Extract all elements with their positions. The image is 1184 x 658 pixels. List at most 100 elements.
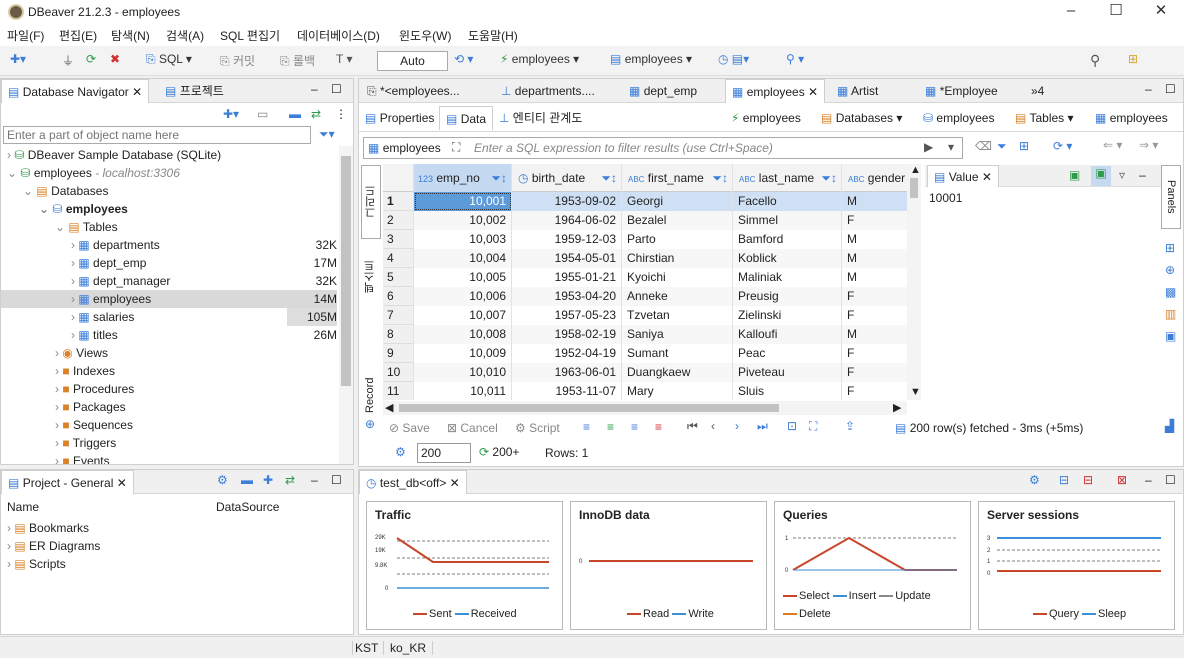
connect-icon[interactable]: ⏚	[62, 52, 74, 70]
maximize-panel-icon[interactable]: ☐	[331, 82, 342, 96]
cell-first-name[interactable]: Bezalel	[622, 211, 733, 230]
tree-item-views[interactable]: › ◉ Views	[55, 344, 108, 362]
new-connection-icon[interactable]: ✚▾	[10, 52, 26, 70]
table-row[interactable]: 6 10,006 1953-04-20 Anneke Preusig F	[383, 287, 907, 306]
cell-emp-no[interactable]: 10,008	[414, 325, 512, 344]
breadcrumb-database[interactable]: ⛁ employees	[923, 111, 994, 125]
column-header-first-name[interactable]: ABC first_name ⏷↕	[622, 164, 733, 192]
cell-gender[interactable]: F	[842, 306, 907, 325]
dashboard-close-icon[interactable]: ⊠	[1117, 473, 1127, 487]
cell-birth-date[interactable]: 1957-05-23	[512, 306, 622, 325]
minimize-dashboard-icon[interactable]: –	[1145, 473, 1152, 487]
collapse-icon[interactable]: ▬	[241, 473, 253, 487]
editor-tab-employee[interactable]: ▦ *Employee	[919, 79, 1004, 103]
cell-gender[interactable]: F	[842, 382, 907, 400]
innodb-chart[interactable]: InnoDB data 0 Read Write	[570, 501, 767, 630]
scroll-left-icon[interactable]: ◀	[385, 401, 393, 414]
transaction-mode-field[interactable]: Auto	[377, 51, 448, 71]
cell-last-name[interactable]: Koblick	[733, 249, 842, 268]
tree-item-tables[interactable]: ⌄ ▤ Tables	[55, 218, 118, 236]
link-editor-icon[interactable]: ⇄	[311, 107, 321, 121]
menu-window[interactable]: 윈도우(W)	[399, 27, 451, 44]
tab-projects[interactable]: ▤ 프로젝트	[159, 79, 230, 103]
refresh-icon[interactable]: ⟳ ▾	[1053, 139, 1072, 153]
column-header-emp-no[interactable]: 123 emp_no ⏷↕	[414, 164, 512, 192]
tree-item-triggers[interactable]: › ■ Triggers	[55, 434, 116, 452]
tab-database-navigator[interactable]: ▤ Database Navigator ✕	[1, 79, 150, 103]
cell-gender[interactable]: M	[842, 249, 907, 268]
cell-first-name[interactable]: Sumant	[622, 344, 733, 363]
tree-item-sample-db[interactable]: › ⛁ DBeaver Sample Database (SQLite)	[7, 146, 221, 164]
breadcrumb-connection[interactable]: ⚡ employees	[731, 111, 801, 125]
cell-first-name[interactable]: Anneke	[622, 287, 733, 306]
cell-last-name[interactable]: Peac	[733, 344, 842, 363]
table-row[interactable]: 5 10,005 1955-01-21 Kyoichi Maliniak M	[383, 268, 907, 287]
cell-last-name[interactable]: Zielinski	[733, 306, 842, 325]
navigator-filter-input[interactable]	[3, 126, 311, 144]
cell-last-name[interactable]: Sluis	[733, 382, 842, 400]
grid-vscroll-thumb[interactable]	[910, 178, 918, 198]
cell-first-name[interactable]: Duangkaew	[622, 363, 733, 382]
subtab-data[interactable]: ▤ Data	[439, 106, 494, 130]
minimize-editor-icon[interactable]: –	[1145, 82, 1152, 96]
grid-horizontal-scrollbar[interactable]: ◀ ▶	[383, 401, 907, 415]
tab-dashboard[interactable]: ◷ test_db<off> ✕	[359, 470, 467, 494]
tree-item-table-dept-manager[interactable]: › ▦ dept_manager 32K	[71, 272, 337, 290]
minimize-panel-icon[interactable]: –	[311, 82, 318, 96]
tree-item-employees-connection[interactable]: ⌄ ⛁ employees - localhost:3306	[7, 164, 180, 182]
cell-emp-no[interactable]: 10,006	[414, 287, 512, 306]
tree-item-table-dept-emp[interactable]: › ▦ dept_emp 17M	[71, 254, 337, 272]
cell-emp-no[interactable]: 10,007	[414, 306, 512, 325]
add-icon[interactable]: ✚	[263, 473, 273, 487]
first-page-icon[interactable]: ⏮	[687, 419, 698, 434]
expand-icon[interactable]: ⛶	[452, 140, 460, 155]
editor-tab-dept-emp[interactable]: ▦ dept_emp	[623, 79, 703, 103]
tree-item-indexes[interactable]: › ■ Indexes	[55, 362, 115, 380]
panel-icon-5[interactable]: ▣	[1165, 329, 1176, 343]
maximize-editor-icon[interactable]: ☐	[1165, 82, 1176, 96]
cell-birth-date[interactable]: 1958-02-19	[512, 325, 622, 344]
table-row[interactable]: 1 10,001 1953-09-02 Georgi Facello M	[383, 192, 907, 211]
cell-gender[interactable]: M	[842, 268, 907, 287]
cell-birth-date[interactable]: 1953-09-02	[512, 192, 622, 211]
panels-toggle[interactable]: Panels	[1161, 165, 1181, 229]
cell-birth-date[interactable]: 1955-01-21	[512, 268, 622, 287]
vtab-record[interactable]: Record	[361, 371, 381, 419]
cell-emp-no[interactable]: 10,009	[414, 344, 512, 363]
menu-edit[interactable]: 편집(E)	[59, 27, 97, 44]
cell-first-name[interactable]: Georgi	[622, 192, 733, 211]
history-icon[interactable]: ⟲ ▾	[454, 52, 473, 70]
project-item-scripts[interactable]: › ▤ Scripts	[7, 555, 66, 573]
value-tab[interactable]: ▤ Value ✕	[927, 165, 999, 187]
fetch-size-input[interactable]: 200	[417, 443, 471, 463]
panel-icon-2[interactable]: ⊕	[1165, 263, 1175, 277]
cell-emp-no[interactable]: 10,003	[414, 230, 512, 249]
table-row[interactable]: 8 10,008 1958-02-19 Saniya Kalloufi M	[383, 325, 907, 344]
forward-icon[interactable]: ⇒ ▾	[1139, 138, 1158, 152]
copy-row-icon[interactable]: ≡	[631, 420, 638, 434]
cell-birth-date[interactable]: 1952-04-19	[512, 344, 622, 363]
cell-emp-no[interactable]: 10,002	[414, 211, 512, 230]
cell-gender[interactable]: F	[842, 211, 907, 230]
dashboard-remove-icon[interactable]: ⊟	[1083, 473, 1093, 487]
cell-gender[interactable]: M	[842, 230, 907, 249]
navigator-scroll-thumb[interactable]	[341, 156, 351, 386]
search-icon[interactable]: ⚲ ▾	[786, 52, 804, 70]
column-datasource-header[interactable]: DataSource	[216, 500, 279, 514]
tab-project-general[interactable]: ▤ Project - General ✕	[1, 470, 134, 494]
cell-last-name[interactable]: Maliniak	[733, 268, 842, 287]
filter-field[interactable]: ▦ employees ⛶ Enter a SQL expression to …	[363, 137, 963, 159]
filter-history-icon[interactable]: ▾	[948, 140, 954, 154]
cell-first-name[interactable]: Tzvetan	[622, 306, 733, 325]
maximize-dashboard-icon[interactable]: ☐	[1165, 473, 1176, 487]
auto-apply-icon[interactable]: ▣	[1091, 166, 1111, 186]
vtab-text[interactable]: 텍스트	[361, 247, 381, 307]
menu-help[interactable]: 도움말(H)	[468, 27, 518, 44]
insert-row-icon[interactable]: ≡	[607, 420, 614, 434]
dashboard-settings-icon[interactable]: ⚙	[1029, 473, 1040, 487]
cell-birth-date[interactable]: 1963-06-01	[512, 363, 622, 382]
cell-last-name[interactable]: Piveteau	[733, 363, 842, 382]
minimize-value-icon[interactable]: –	[1139, 168, 1146, 182]
tree-item-events[interactable]: › ■ Events	[55, 452, 110, 464]
panel-icon-4[interactable]: ▥	[1165, 307, 1176, 321]
